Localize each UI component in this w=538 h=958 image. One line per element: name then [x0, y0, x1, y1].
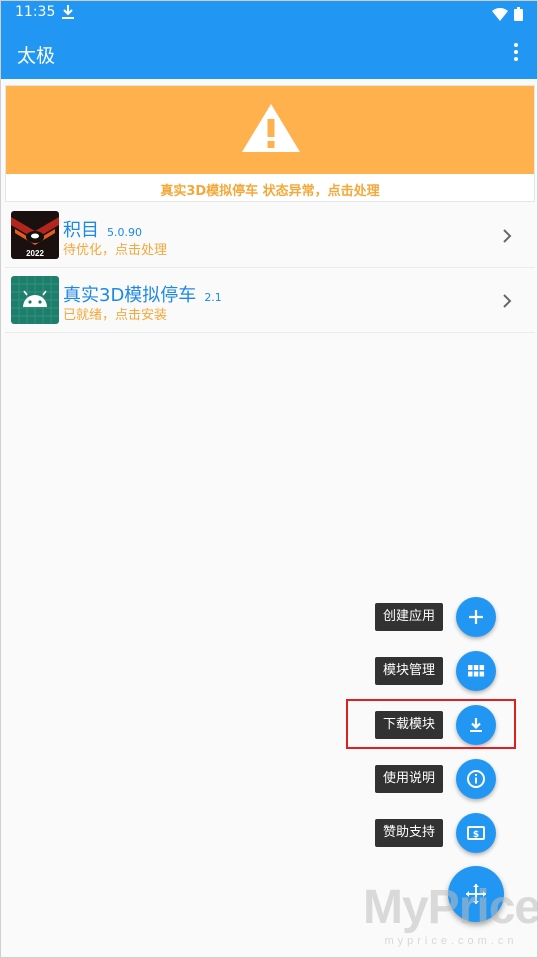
overflow-menu-button[interactable]	[506, 43, 526, 63]
module-item-jimu[interactable]: 2022 积目 5.0.90 待优化，点击处理	[5, 204, 535, 268]
warning-icon	[240, 102, 302, 158]
battery-icon	[514, 6, 523, 25]
sponsor-label[interactable]: 赞助支持	[375, 819, 444, 847]
download-notification-icon	[61, 4, 75, 24]
create-app-button[interactable]	[456, 597, 496, 637]
fab-row-module-manage: 模块管理	[1, 649, 537, 693]
warning-message: 真实3D模拟停车 状态异常，点击处理	[160, 184, 380, 199]
app-title: 太极	[17, 45, 56, 67]
jimu-app-icon: 2022	[11, 211, 59, 259]
app-bar: 太极	[1, 25, 537, 79]
chevron-right-icon	[501, 293, 513, 313]
module-status: 已就绪，点击安装	[63, 308, 168, 323]
module-version: 2.1	[204, 291, 222, 304]
instructions-button[interactable]	[456, 759, 496, 799]
module-manage-button[interactable]	[456, 651, 496, 691]
highlight-box	[346, 699, 516, 749]
status-time: 11:35	[15, 4, 56, 20]
watermark-logo: MyPrice	[363, 881, 538, 934]
watermark: MyPrice myprice.com.cn	[363, 881, 538, 958]
module-title: 真实3D模拟停车	[63, 285, 197, 306]
warning-card[interactable]: 真实3D模拟停车 状态异常，点击处理	[5, 85, 535, 202]
warning-banner	[6, 86, 534, 174]
jimu-icon-badge: 2022	[26, 249, 44, 258]
android-app-icon	[11, 276, 59, 324]
svg-text:$: $	[473, 830, 479, 840]
fab-row-instructions: 使用说明	[1, 757, 537, 801]
instructions-label[interactable]: 使用说明	[375, 765, 444, 793]
fab-row-create-app: 创建应用	[1, 595, 537, 639]
chevron-right-icon	[501, 228, 513, 248]
module-status: 待优化，点击处理	[63, 243, 168, 258]
module-version: 5.0.90	[107, 226, 142, 239]
status-bar: 11:35	[1, 1, 537, 25]
wifi-icon	[492, 6, 508, 25]
sponsor-button[interactable]: $	[456, 813, 496, 853]
fab-row-sponsor: 赞助支持 $	[1, 811, 537, 855]
module-title: 积目	[63, 220, 99, 241]
module-manage-label[interactable]: 模块管理	[375, 657, 444, 685]
watermark-url: myprice.com.cn	[384, 935, 518, 947]
create-app-label[interactable]: 创建应用	[375, 603, 444, 631]
module-item-parking[interactable]: 真实3D模拟停车 2.1 已就绪，点击安装	[5, 269, 535, 333]
